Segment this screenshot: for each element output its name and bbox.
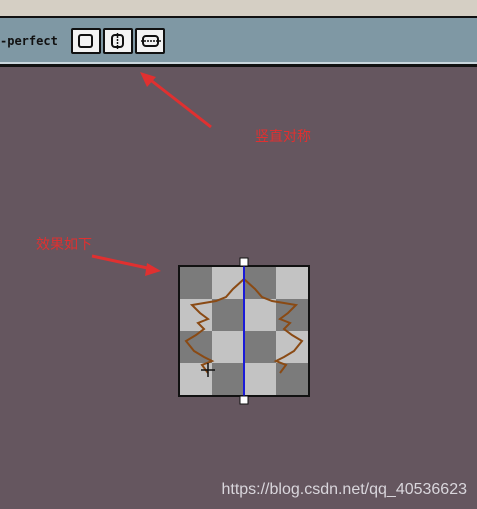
- canvas-svg: [178, 257, 310, 405]
- result-annotation: 效果如下: [36, 237, 92, 253]
- arrow-to-toolbar: [147, 76, 212, 129]
- symmetry-handle-bottom[interactable]: [239, 395, 249, 405]
- arrowhead-canvas: [145, 263, 161, 276]
- sprite-canvas[interactable]: [178, 257, 310, 405]
- vertical-symmetry-annotation: 竖直对称: [255, 129, 311, 145]
- watermark: https://blog.csdn.net/qq_40536623: [221, 481, 467, 498]
- arrow-to-canvas: [91, 254, 153, 271]
- arrowhead-toolbar: [140, 72, 156, 87]
- annotation-arrows: [91, 72, 212, 276]
- symmetry-handle-top[interactable]: [239, 257, 249, 267]
